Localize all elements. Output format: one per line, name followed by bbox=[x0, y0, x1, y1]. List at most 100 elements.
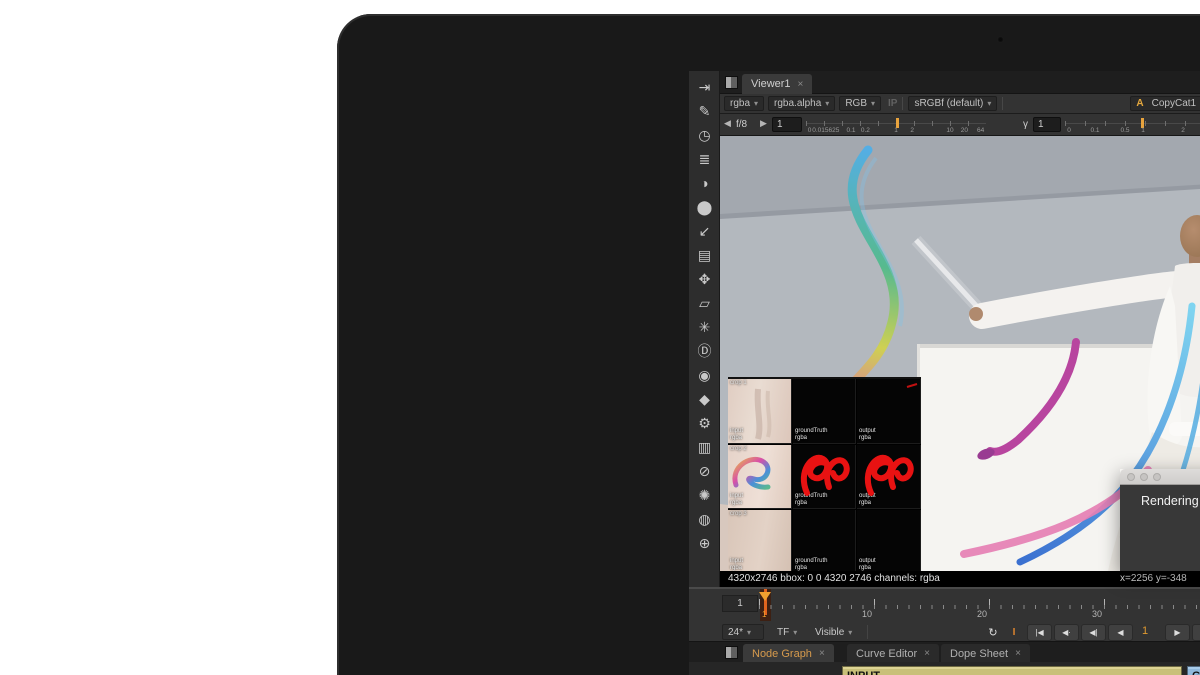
current-frame-input[interactable]: 1 bbox=[722, 595, 758, 612]
sidebar-sparkles-icon[interactable]: ✺ bbox=[689, 483, 720, 507]
sidebar-merge-icon[interactable]: ▤ bbox=[689, 243, 720, 267]
sidebar-image-icon[interactable]: ⇥ bbox=[689, 75, 720, 99]
visibility-value: Visible bbox=[815, 627, 844, 638]
viewer-toolbar: rgba ▾ rgba.alpha ▾ RGB ▾ IP sRGBf (defa… bbox=[720, 94, 1200, 114]
dialog-title-bar[interactable]: Progress bbox=[1120, 469, 1200, 485]
timeline-ruler[interactable]: 10 20 30 40 50 60 bbox=[759, 591, 1200, 621]
chevron-down-icon: ▾ bbox=[871, 99, 875, 108]
sidebar-3d-icon[interactable]: ▱ bbox=[689, 291, 720, 315]
gamma-tick: 1 bbox=[1141, 127, 1145, 134]
ruler-number: 30 bbox=[1092, 609, 1102, 619]
tab-close-icon[interactable]: × bbox=[819, 648, 825, 659]
stop-down-icon[interactable]: ◀ bbox=[724, 118, 731, 129]
sidebar-plugins-icon[interactable]: ⊕ bbox=[689, 531, 720, 555]
gamma-label: γ bbox=[1023, 119, 1028, 130]
gain-tick: 20 bbox=[961, 127, 968, 134]
sidebar-ocula-icon[interactable]: ◍ bbox=[689, 507, 720, 531]
node-graph-canvas[interactable]: INPUT GROUNDTRUTH bbox=[689, 662, 1200, 675]
cell-label: output bbox=[859, 558, 876, 564]
cell-label: groundTruth bbox=[795, 428, 827, 434]
a-input-dropdown[interactable]: A CopyCat1 ▾ bbox=[1130, 96, 1200, 111]
pane-menu-icon[interactable] bbox=[725, 646, 738, 659]
tab-viewer1[interactable]: Viewer1 × bbox=[742, 74, 812, 94]
crop-label: crop 3 bbox=[730, 511, 747, 517]
gain-tick: 64 bbox=[977, 127, 984, 134]
display-value: RGB bbox=[845, 98, 867, 109]
bottom-tab-row: Node Graph × Curve Editor × Dope Sheet × bbox=[689, 641, 1200, 662]
sidebar-furnace-icon[interactable]: ⊘ bbox=[689, 459, 720, 483]
laptop-bezel: ⇥ ✎ ◷ ≣ ◑ ⬤ ↙ ▤ ✥ ▱ ✳ Ⓓ ◉ ◆ ⚙ ▥ ⊘ ✺ ◍ ⊕ bbox=[337, 14, 1200, 675]
channels-dropdown[interactable]: rgba ▾ bbox=[724, 96, 764, 111]
gamma-input[interactable]: 1 bbox=[1033, 117, 1061, 132]
prev-keyframe-button[interactable]: ◀· bbox=[1054, 624, 1079, 641]
viewer-lut-dropdown[interactable]: sRGBf (default) ▾ bbox=[908, 96, 997, 111]
a-side-label: A bbox=[1136, 98, 1143, 109]
in-point-button[interactable]: I bbox=[1007, 624, 1021, 641]
gain-slider[interactable]: 0 0.015625 0.1 0.2 1 2 10 20 64 bbox=[806, 118, 986, 133]
timeline-pane: 1 10 20 30 40 50 60 1 24* ▾ bbox=[689, 587, 1200, 641]
fps-dropdown[interactable]: 24* ▾ bbox=[722, 624, 764, 640]
sidebar-toolsets-icon[interactable]: ⚙ bbox=[689, 411, 720, 435]
tab-dope-sheet[interactable]: Dope Sheet × bbox=[941, 644, 1030, 663]
crop3-output-cell: output rgba bbox=[857, 510, 921, 571]
sidebar-time-icon[interactable]: ◷ bbox=[689, 123, 720, 147]
backdrop-input[interactable]: INPUT bbox=[842, 666, 1182, 675]
progress-dialog[interactable]: Progress Rendering High Resolution Train… bbox=[1120, 469, 1200, 571]
pane-menu-icon[interactable] bbox=[725, 76, 738, 89]
resolution-bbox-text: 4320x2746 bbox: 0 0 4320 2746 channels: … bbox=[728, 573, 940, 584]
sidebar-transform-icon[interactable]: ✥ bbox=[689, 267, 720, 291]
webcam-dot bbox=[997, 36, 1004, 43]
crop3-input-cell: crop 3 input rgba bbox=[728, 510, 792, 571]
frame-display: 1 bbox=[1142, 625, 1148, 637]
go-to-start-button[interactable]: |◀ bbox=[1027, 624, 1052, 641]
tab-node-graph[interactable]: Node Graph × bbox=[743, 644, 834, 663]
sidebar-color-icon[interactable]: ◑ bbox=[689, 171, 720, 195]
sidebar-views-icon[interactable]: ◉ bbox=[689, 363, 720, 387]
gamma-slider[interactable]: 0 0.1 0.5 1 2 3 4 bbox=[1065, 118, 1200, 133]
viewer-status-bar: 4320x2746 bbox: 0 0 4320 2746 channels: … bbox=[720, 571, 1200, 587]
sidebar-keyer-icon[interactable]: ↙ bbox=[689, 219, 720, 243]
sidebar-draw-icon[interactable]: ✎ bbox=[689, 99, 720, 123]
tf-dropdown[interactable]: TF ▾ bbox=[771, 624, 805, 640]
play-backward-button[interactable]: ◀ bbox=[1108, 624, 1133, 641]
tab-close-icon[interactable]: × bbox=[1015, 648, 1021, 659]
fps-value: 24* bbox=[728, 627, 743, 638]
exposure-toolbar: ◀ f/8 ▶ 1 0 0.015625 0.1 0.2 1 2 10 20 bbox=[720, 114, 1200, 136]
sidebar-particles-icon[interactable]: ✳ bbox=[689, 315, 720, 339]
gamma-tick: 0 bbox=[1067, 127, 1071, 134]
cursor-coords-text: x=2256 y=-348 bbox=[1120, 573, 1187, 584]
viewer-tab-row: Viewer1 × bbox=[720, 71, 1200, 94]
loop-mode-icon[interactable]: ↻ bbox=[983, 624, 1003, 641]
tab-close-icon[interactable]: × bbox=[798, 79, 804, 90]
ruler-ticks bbox=[759, 599, 1200, 609]
tab-close-icon[interactable]: × bbox=[924, 648, 930, 659]
tab-node-graph-label: Node Graph bbox=[752, 648, 812, 660]
cell-label: rgba bbox=[795, 435, 807, 441]
tab-curve-editor[interactable]: Curve Editor × bbox=[847, 644, 939, 663]
crop1-output-cell: output rgba bbox=[857, 379, 921, 444]
a-side-value: CopyCat1 bbox=[1152, 98, 1196, 109]
backdrop-groundtruth[interactable]: GROUNDTRUTH bbox=[1187, 666, 1200, 675]
step-forward-button[interactable]: |▶ bbox=[1192, 624, 1200, 641]
gamma-tick: 0.5 bbox=[1120, 127, 1129, 134]
playhead-marker[interactable] bbox=[759, 592, 771, 601]
sidebar-other-icon[interactable]: ▥ bbox=[689, 435, 720, 459]
tab-dope-sheet-label: Dope Sheet bbox=[950, 648, 1008, 660]
sidebar-metadata-icon[interactable]: ◆ bbox=[689, 387, 720, 411]
viewer-pane: Viewer1 × rgba ▾ rgba.alpha ▾ RGB bbox=[720, 71, 1200, 675]
sidebar-deep-icon[interactable]: Ⓓ bbox=[689, 339, 720, 363]
input-process-button[interactable]: IP bbox=[888, 98, 897, 109]
stop-up-icon[interactable]: ▶ bbox=[760, 118, 767, 129]
crop2-output-cell: output rgba bbox=[857, 445, 921, 509]
display-channel-dropdown[interactable]: RGB ▾ bbox=[839, 96, 881, 111]
play-button[interactable]: ▶ bbox=[1165, 624, 1190, 641]
sidebar-channel-icon[interactable]: ≣ bbox=[689, 147, 720, 171]
step-back-button[interactable]: ◀| bbox=[1081, 624, 1106, 641]
page: ⇥ ✎ ◷ ≣ ◑ ⬤ ↙ ▤ ✥ ▱ ✳ Ⓓ ◉ ◆ ⚙ ▥ ⊘ ✺ ◍ ⊕ bbox=[0, 0, 1200, 675]
chevron-down-icon: ▾ bbox=[793, 628, 797, 637]
visibility-dropdown[interactable]: Visible ▾ bbox=[809, 624, 861, 640]
sidebar-filter-icon[interactable]: ⬤ bbox=[689, 195, 720, 219]
gain-input[interactable]: 1 bbox=[772, 117, 802, 132]
chevron-down-icon: ▾ bbox=[848, 628, 852, 637]
layer-dropdown[interactable]: rgba.alpha ▾ bbox=[768, 96, 835, 111]
